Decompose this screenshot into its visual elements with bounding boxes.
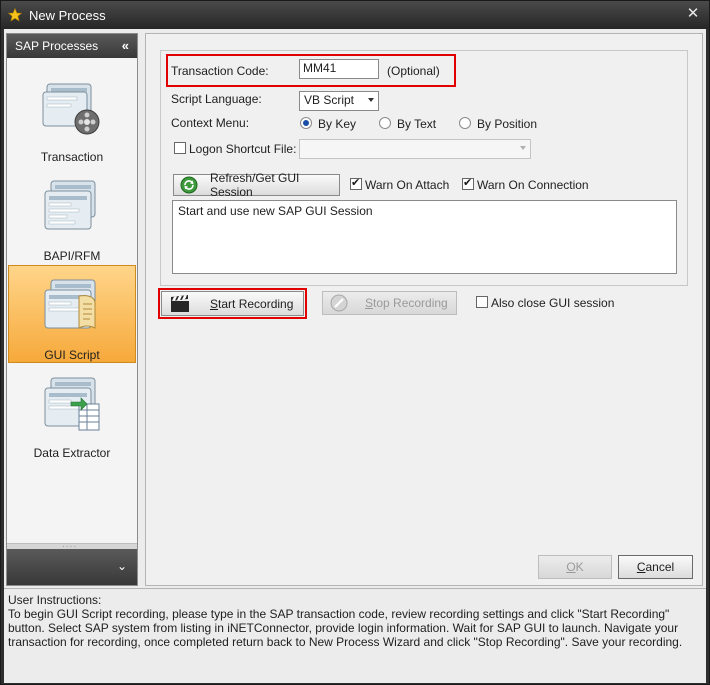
- settings-group: Transaction Code: MM41 (Optional) Script…: [160, 50, 688, 286]
- window-title: New Process: [29, 7, 106, 23]
- nav-item-label: GUI Script: [44, 348, 100, 362]
- title-bar: New Process ✕: [1, 1, 709, 29]
- data-extractor-icon: [41, 374, 103, 436]
- refresh-gui-session-button[interactable]: Refresh/Get GUI Session: [173, 171, 340, 199]
- transaction-code-input[interactable]: MM41: [299, 59, 379, 79]
- nav-item-gui-script[interactable]: GUI Script: [8, 265, 136, 363]
- collapse-nav-icon[interactable]: «: [122, 38, 129, 53]
- context-menu-label: Context Menu:: [171, 116, 250, 130]
- warn-on-attach-checkbox[interactable]: [350, 176, 362, 190]
- nav-item-label: Data Extractor: [33, 446, 111, 460]
- radio-by-position[interactable]: [459, 117, 471, 129]
- dropdown-arrow-icon: [368, 98, 374, 102]
- dropdown-arrow-icon: [520, 146, 526, 150]
- ok-text: K: [575, 560, 584, 574]
- logon-shortcut-label: Logon Shortcut File:: [189, 142, 297, 156]
- nav-header: SAP Processes «: [7, 34, 137, 58]
- transaction-code-label: Transaction Code:: [171, 64, 269, 78]
- radio-by-text[interactable]: [379, 117, 391, 129]
- instructions-body: To begin GUI Script recording, please ty…: [8, 607, 683, 649]
- start-recording-text: tart Recording: [218, 296, 294, 311]
- instructions-heading: User Instructions:: [8, 593, 102, 607]
- cancel-button[interactable]: Cancel: [618, 555, 693, 579]
- ok-accel: O: [566, 560, 576, 574]
- cancel-label: Cancel: [637, 560, 674, 574]
- cancel-text: ancel: [645, 560, 675, 574]
- nav-item-label: Transaction: [40, 150, 104, 164]
- client-area: SAP Processes « Transaction BAPI/RFM GUI…: [4, 29, 706, 683]
- stop-recording-accel: S: [365, 296, 374, 310]
- start-recording-label: Start Recording: [210, 297, 293, 311]
- script-language-label: Script Language:: [171, 92, 262, 106]
- main-panel: Transaction Code: MM41 (Optional) Script…: [145, 33, 703, 586]
- star-icon: [7, 7, 23, 23]
- start-recording-button[interactable]: Start Recording: [161, 291, 304, 316]
- gui-script-icon: [41, 276, 103, 338]
- logon-shortcut-select[interactable]: [299, 139, 531, 159]
- nav-footer: .... ⌄: [7, 539, 137, 585]
- chevron-down-icon[interactable]: ⌄: [117, 559, 127, 573]
- user-instructions: User Instructions: To begin GUI Script r…: [4, 588, 706, 681]
- nav-item-bapi-rfm[interactable]: BAPI/RFM: [8, 167, 136, 265]
- warn-on-attach-label: Warn On Attach: [365, 178, 450, 192]
- script-language-value: VB Script: [304, 93, 355, 107]
- refresh-button-label: Refresh/Get GUI Session: [210, 171, 300, 199]
- script-language-select[interactable]: VB Script: [299, 91, 379, 111]
- sap-processes-nav: SAP Processes « Transaction BAPI/RFM GUI…: [6, 33, 138, 586]
- ok-label: OK: [566, 560, 583, 574]
- radio-by-key[interactable]: [300, 117, 312, 129]
- radio-by-position-label: By Position: [477, 117, 538, 131]
- clapperboard-icon: [170, 294, 190, 313]
- splitter-grip[interactable]: ....: [62, 539, 77, 550]
- transaction-icon: [41, 78, 103, 140]
- ok-button[interactable]: OK: [538, 555, 612, 579]
- also-close-label: Also close GUI session: [491, 296, 615, 310]
- also-close-checkbox[interactable]: [476, 296, 488, 308]
- nav-item-data-extractor[interactable]: Data Extractor: [8, 364, 136, 462]
- warn-on-connection-label: Warn On Connection: [477, 178, 589, 192]
- stop-recording-label: Stop Recording: [365, 296, 448, 310]
- warn-on-connection-checkbox[interactable]: [462, 176, 474, 190]
- stop-recording-button[interactable]: Stop Recording: [322, 291, 457, 315]
- nav-item-label: BAPI/RFM: [43, 249, 101, 263]
- close-icon[interactable]: ✕: [685, 6, 701, 22]
- session-textarea[interactable]: Start and use new SAP GUI Session: [172, 200, 677, 274]
- nav-header-title: SAP Processes: [15, 39, 99, 53]
- stop-icon: [330, 294, 348, 312]
- logon-shortcut-checkbox[interactable]: [174, 142, 186, 154]
- radio-by-key-label: By Key: [318, 117, 357, 131]
- new-process-window: New Process ✕ SAP Processes « Transactio…: [0, 0, 710, 685]
- stop-recording-text: top Recording: [373, 296, 448, 310]
- radio-by-text-label: By Text: [397, 117, 437, 131]
- nav-item-transaction[interactable]: Transaction: [8, 68, 136, 166]
- refresh-icon: [180, 176, 198, 194]
- bapi-icon: [41, 177, 103, 239]
- start-recording-accel: S: [210, 296, 219, 311]
- optional-text: (Optional): [387, 64, 440, 78]
